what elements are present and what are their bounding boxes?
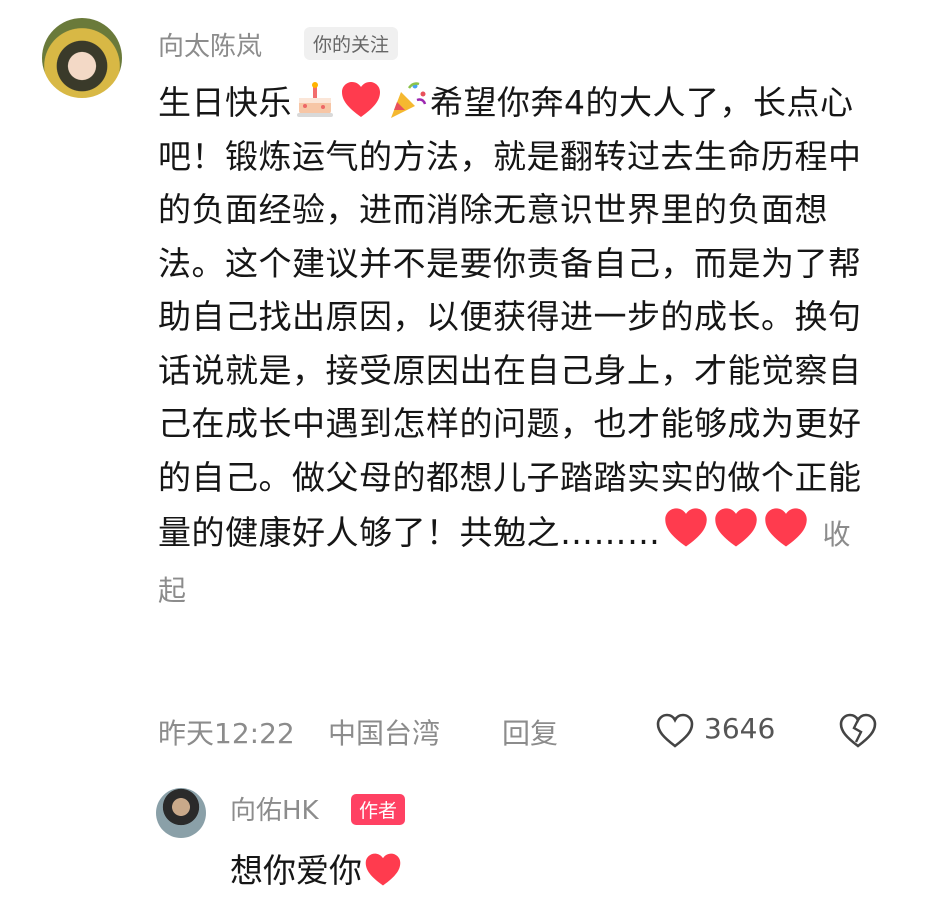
like-count: 3646 (704, 712, 776, 745)
comment-text-continued: 希望你奔4的大人了，长 (430, 83, 787, 122)
reply-author-avatar[interactable] (156, 788, 206, 838)
comment-text-body: 点心吧！锻炼运气的方法，就是翻转过去生命历程中的负面经验，进而消除无意识世界里的… (158, 83, 862, 552)
comment-text: 生日快乐 希望你奔4的大人了，长点心吧！锻炼运气的方法，就是翻转过去生命历程中的… (158, 76, 878, 617)
user-avatar[interactable] (42, 18, 122, 98)
comment-text-start: 生日快乐 (158, 83, 292, 122)
heart-emoji (365, 853, 401, 886)
heart-emoji (342, 82, 380, 117)
heart-emoji (664, 508, 707, 547)
like-heart-icon[interactable] (655, 712, 695, 750)
following-badge: 你的关注 (304, 27, 399, 60)
comment-location: 中国台湾 (328, 717, 441, 750)
reply-text-body: 想你爱你 (230, 851, 362, 890)
comment-author-name[interactable]: 向太陈岚 (158, 26, 262, 63)
comment-time: 昨天12:22 (158, 717, 295, 750)
dislike-broken-heart-icon[interactable] (838, 712, 878, 750)
author-tag-badge: 作者 (351, 794, 406, 825)
reply-author-name[interactable]: 向佑HK (230, 790, 319, 827)
party-popper-emoji (391, 82, 427, 118)
reply-button[interactable]: 回复 (502, 712, 558, 752)
heart-emoji (714, 508, 757, 547)
reply-text: 想你爱你 (230, 844, 404, 892)
heart-emoji (764, 508, 807, 547)
cake-emoji (297, 82, 333, 117)
